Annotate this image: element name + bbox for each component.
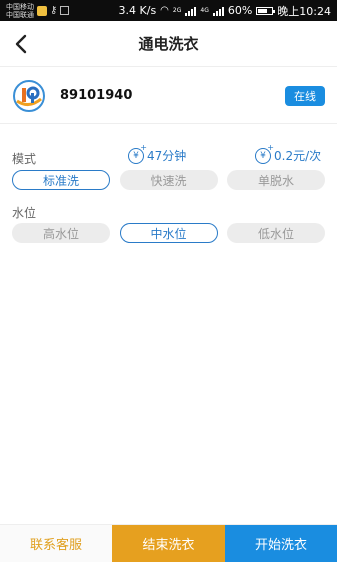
bottom-action-bar: 联系客服 结束洗衣 开始洗衣 xyxy=(0,524,337,562)
battery-percent: 60% xyxy=(227,4,253,17)
mode-label: 模式 xyxy=(12,152,37,166)
device-id: 89101940 xyxy=(60,88,133,103)
image-icon xyxy=(60,6,70,15)
contact-support-button[interactable]: 联系客服 xyxy=(0,525,112,562)
end-wash-button[interactable]: 结束洗衣 xyxy=(112,525,225,562)
carrier-info: 中国移动 中国联通 xyxy=(6,3,34,19)
wash-duration: 47分钟 xyxy=(147,149,187,163)
yen-icon: ¥ xyxy=(128,143,147,164)
chevron-left-icon xyxy=(15,34,27,54)
carrier-1: 中国移动 xyxy=(6,2,34,11)
notification-icon xyxy=(37,5,47,16)
water-level-options: 高水位 中水位 低水位 xyxy=(12,223,325,243)
net-type-1: 2G xyxy=(172,7,182,14)
online-status-badge: 在线 xyxy=(285,85,325,106)
mode-option-standard[interactable]: 标准洗 xyxy=(12,170,110,190)
back-button[interactable] xyxy=(6,27,36,61)
yen-icon: ¥ xyxy=(255,143,274,164)
signal-icon-1 xyxy=(185,6,197,16)
battery-icon xyxy=(256,6,276,15)
network-speed: 3.4 K/s xyxy=(118,4,157,17)
status-bar: 中国移动 中国联通 ⚷ 3.4 K/s ◠ 2G 4G 60% 晚上10:24 xyxy=(0,0,337,21)
wash-price: 0.2元/次 xyxy=(274,149,322,163)
water-option-low[interactable]: 低水位 xyxy=(227,223,325,243)
net-type-2: 4G xyxy=(200,7,209,14)
water-option-medium[interactable]: 中水位 xyxy=(119,223,218,243)
mode-option-quick[interactable]: 快速洗 xyxy=(119,170,218,190)
clock: 晚上10:24 xyxy=(277,4,331,18)
water-option-high[interactable]: 高水位 xyxy=(12,223,110,243)
mode-option-spin[interactable]: 单脱水 xyxy=(227,170,325,190)
device-info-row: 89101940 在线 xyxy=(0,68,337,124)
page-title: 通电洗衣 xyxy=(138,35,199,53)
wifi-icon: ◠ xyxy=(160,5,169,16)
mode-options: 标准洗 快速洗 单脱水 xyxy=(12,170,325,190)
start-wash-button[interactable]: 开始洗衣 xyxy=(225,525,337,562)
carrier-2: 中国联通 xyxy=(6,10,34,19)
price-info: ¥ 0.2元/次 xyxy=(255,143,322,164)
water-level-label: 水位 xyxy=(12,206,37,220)
key-icon: ⚷ xyxy=(50,5,58,16)
signal-icon-2 xyxy=(212,6,224,16)
duration-info: ¥ 47分钟 xyxy=(128,143,187,164)
battery-fill xyxy=(258,8,268,13)
brand-logo-icon xyxy=(13,79,45,112)
app-header: 通电洗衣 xyxy=(0,21,337,67)
